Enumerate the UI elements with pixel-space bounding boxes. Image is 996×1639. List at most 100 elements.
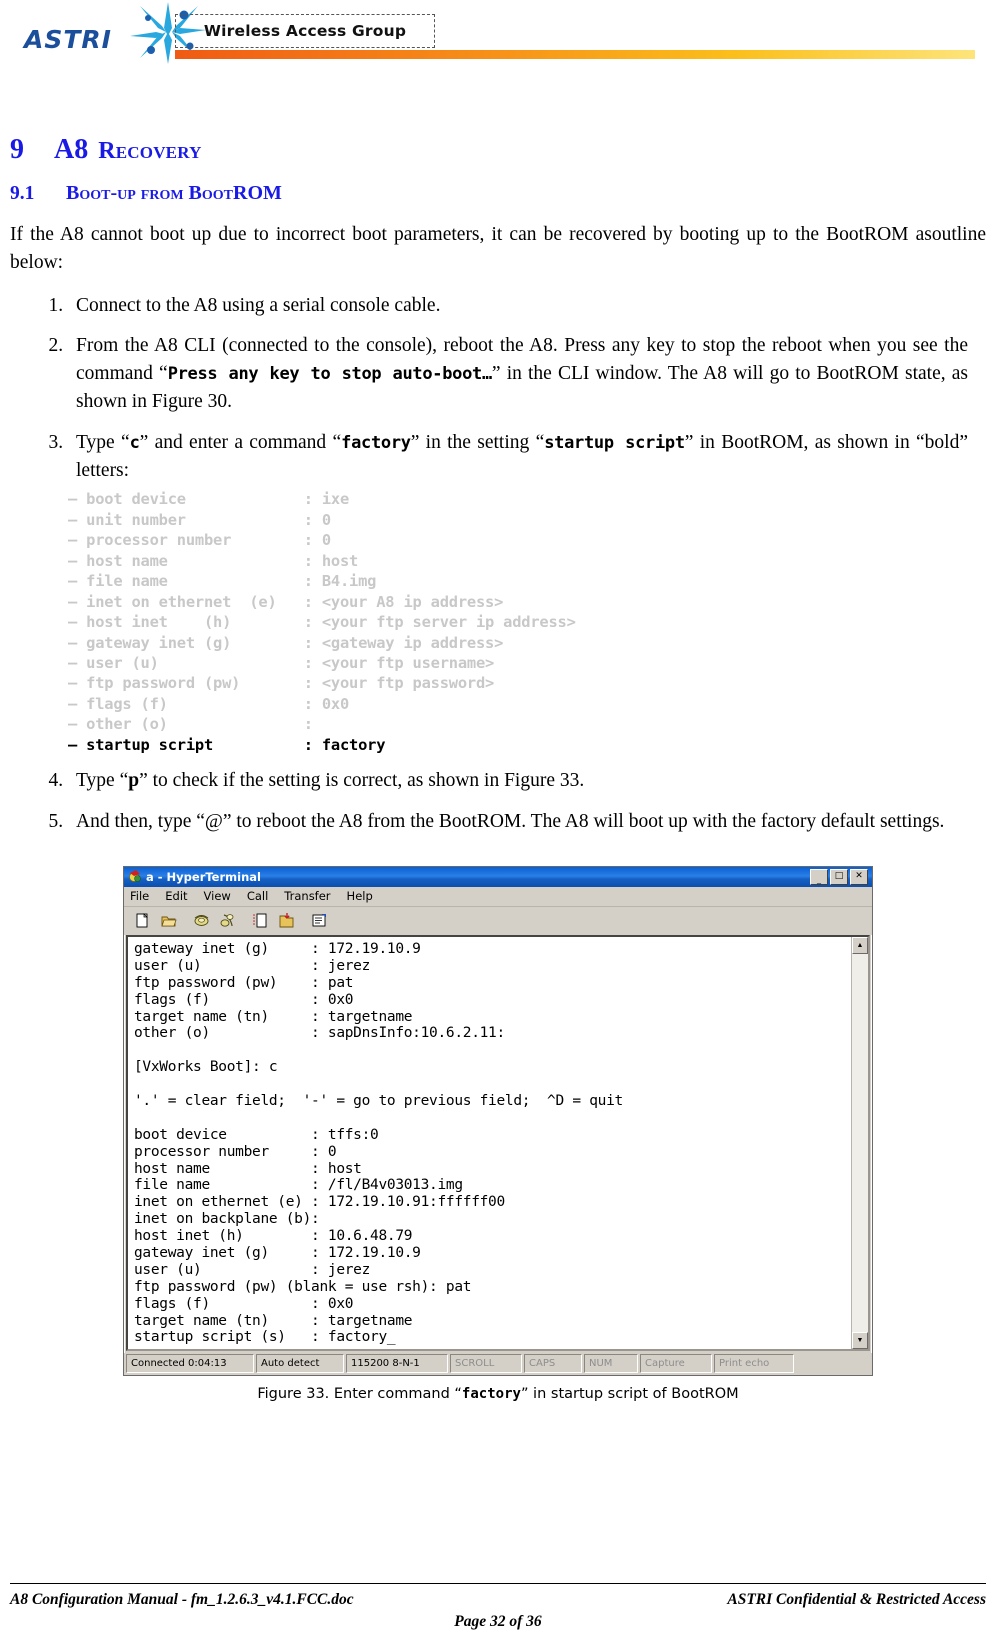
open-folder-icon[interactable] xyxy=(156,908,181,933)
print-echo-indicator: Print echo xyxy=(714,1353,794,1373)
inline-text: Connect to the A8 using a serial console… xyxy=(76,294,441,316)
scroll-up-arrow[interactable]: ▲ xyxy=(852,936,868,954)
wireless-access-group-badge: Wireless Access Group xyxy=(175,14,435,48)
bootrom-parameter-row: – boot device : ixe xyxy=(68,490,350,509)
terminal-line: gateway inet (g) : 172.19.10.9 xyxy=(134,1244,421,1261)
hyperterminal-toolbar[interactable] xyxy=(124,906,872,935)
new-connection-icon[interactable] xyxy=(130,908,155,933)
figure-caption-post: ” in startup script of BootROM xyxy=(520,1385,739,1402)
window-controls[interactable]: _ □ ✕ xyxy=(810,868,870,885)
menu-item-file[interactable]: File xyxy=(130,889,149,903)
menu-item-view[interactable]: View xyxy=(204,889,231,903)
bootrom-parameter-row: – flags (f) : 0x0 xyxy=(68,694,350,713)
hyperterminal-client-area: gateway inet (g) : 172.19.10.9 user (u) :… xyxy=(126,934,870,1351)
close-button[interactable]: ✕ xyxy=(850,868,868,885)
terminal-line: host inet (h) : 10.6.48.79 xyxy=(134,1228,413,1245)
inline-text: ” and enter a command “ xyxy=(139,431,342,453)
step-item: From the A8 CLI (connected to the consol… xyxy=(68,332,968,417)
inline-text: Type “ xyxy=(76,431,130,453)
astri-logo-text: ASTRI xyxy=(24,25,112,54)
bootrom-parameter-row: – other (o) : xyxy=(68,715,322,734)
inline-code: factory xyxy=(341,432,411,453)
figure-33: a - HyperTerminal _ □ ✕ File Edit View Call… xyxy=(0,865,996,1402)
bootrom-parameter-row: – gateway inet (g) : <gateway ip address… xyxy=(68,633,504,652)
header-gradient-bar xyxy=(175,50,975,59)
footer-divider xyxy=(10,1583,986,1584)
figure-caption: Figure 33. Enter command “factory” in st… xyxy=(0,1386,996,1402)
footer-document-name: A8 Configuration Manual - fm_1.2.6.3_v4.… xyxy=(10,1591,354,1608)
detection-mode: Auto detect xyxy=(256,1353,344,1373)
hyperterminal-menubar[interactable]: File Edit View Call Transfer Help xyxy=(124,886,872,907)
bootrom-parameter-row: – host inet (h) : <your ftp server ip ad… xyxy=(68,613,576,632)
section-heading-2: 9.1 Boot-up from BootROM xyxy=(10,182,996,205)
hyperterminal-title: a - HyperTerminal xyxy=(146,869,261,884)
terminal-line: user (u) : jerez xyxy=(134,957,371,974)
terminal-line: ftp password (pw) : pat xyxy=(134,974,354,991)
document-content: 9 A8 Recovery 9.1 Boot-up from BootROM I… xyxy=(0,66,996,1402)
terminal-line: inet on backplane (b): xyxy=(134,1211,320,1228)
terminal-line: '.' = clear field; '-' = go to previous … xyxy=(134,1092,623,1109)
hyperterminal-titlebar[interactable]: a - HyperTerminal _ □ ✕ xyxy=(124,866,872,887)
footer-confidentiality-notice: ASTRI Confidential & Restricted Access xyxy=(727,1591,986,1608)
inline-text: Type “ xyxy=(76,770,129,792)
subsection-number: 9.1 xyxy=(10,183,35,204)
resize-grip[interactable] xyxy=(796,1354,810,1373)
inline-text: And then, type “@” to reboot the A8 from… xyxy=(76,810,945,832)
inline-code: startup script xyxy=(544,432,685,453)
terminal-line: processor number : 0 xyxy=(134,1143,337,1160)
terminal-line: startup script (s) : factory_ xyxy=(134,1329,396,1346)
vertical-scrollbar[interactable]: ▲ ▼ xyxy=(851,936,868,1349)
bootrom-parameter-row: – processor number : 0 xyxy=(68,531,331,550)
call-phone-icon[interactable] xyxy=(215,908,240,933)
terminal-line: user (u) : jerez xyxy=(134,1261,371,1278)
terminal-line: other (o) : sapDnsInfo:10.6.2.11: xyxy=(134,1025,505,1042)
figure-caption-command: factory xyxy=(461,1385,521,1402)
step-item: And then, type “@” to reboot the A8 from… xyxy=(68,808,968,836)
bootrom-parameter-row: – host name : host xyxy=(68,551,359,570)
connection-status: Connected 0:04:13 xyxy=(126,1353,254,1373)
menu-item-call[interactable]: Call xyxy=(247,889,268,903)
bootrom-parameter-row: – unit number : 0 xyxy=(68,510,331,529)
line-settings: 115200 8-N-1 xyxy=(346,1353,448,1373)
properties-icon[interactable] xyxy=(307,908,332,933)
page-footer: A8 Configuration Manual - fm_1.2.6.3_v4.… xyxy=(0,1575,996,1639)
terminal-line: file name : /fl/B4v03013.img xyxy=(134,1177,463,1194)
terminal-line: flags (f) : 0x0 xyxy=(134,1295,354,1312)
section-heading-1: 9 A8 Recovery xyxy=(10,134,996,166)
terminal-line: host name : host xyxy=(134,1160,362,1177)
terminal-line: boot device : tffs:0 xyxy=(134,1126,379,1143)
scroll-track[interactable] xyxy=(852,953,868,1332)
wireless-access-group-label: Wireless Access Group xyxy=(203,22,407,40)
hyperterminal-window: a - HyperTerminal _ □ ✕ File Edit View Call… xyxy=(123,865,873,1376)
footer-page-number: Page 32 of 36 xyxy=(454,1613,542,1630)
inline-bold: p xyxy=(128,770,140,792)
hyperterminal-statusbar: Connected 0:04:13 Auto detect 115200 8-N-1… xyxy=(124,1352,872,1375)
menu-item-transfer[interactable]: Transfer xyxy=(284,889,330,903)
section-number: 9 xyxy=(10,134,24,165)
minimize-button[interactable]: _ xyxy=(810,868,828,885)
receive-file-icon[interactable] xyxy=(274,908,299,933)
terminal-screen[interactable]: gateway inet (g) : 172.19.10.9 user (u) :… xyxy=(128,937,851,1349)
menu-item-help[interactable]: Help xyxy=(347,889,373,903)
inline-code: Press any key to stop auto-boot… xyxy=(167,364,493,385)
caps-indicator: CAPS xyxy=(524,1353,582,1373)
figure-caption-pre: Figure 33. Enter command “ xyxy=(257,1385,462,1402)
bootrom-parameter-row: – startup script : factory xyxy=(68,735,386,754)
inline-text: ” to check if the setting is correct, as… xyxy=(139,770,585,792)
terminal-line: ftp password (pw) (blank = use rsh): pat xyxy=(134,1278,472,1295)
bootrom-parameter-row: – ftp password (pw) : <your ftp password… xyxy=(68,674,495,693)
inline-text: ” in the setting “ xyxy=(410,431,545,453)
disconnect-phone-icon[interactable] xyxy=(189,908,214,933)
menu-item-edit[interactable]: Edit xyxy=(165,889,187,903)
page-header: ASTRI Wireless Access Group xyxy=(0,0,996,66)
scroll-down-arrow[interactable]: ▼ xyxy=(852,1331,868,1349)
scroll-indicator: SCROLL xyxy=(450,1353,522,1373)
send-file-icon[interactable] xyxy=(248,908,273,933)
capture-indicator: Capture xyxy=(640,1353,712,1373)
inline-code: c xyxy=(129,432,140,453)
bootrom-parameter-row: – inet on ethernet (e) : <your A8 ip add… xyxy=(68,592,504,611)
bootrom-parameter-row: – file name : B4.img xyxy=(68,572,377,591)
maximize-button[interactable]: □ xyxy=(830,868,848,885)
intro-paragraph: If the A8 cannot boot up due to incorrec… xyxy=(10,224,986,274)
